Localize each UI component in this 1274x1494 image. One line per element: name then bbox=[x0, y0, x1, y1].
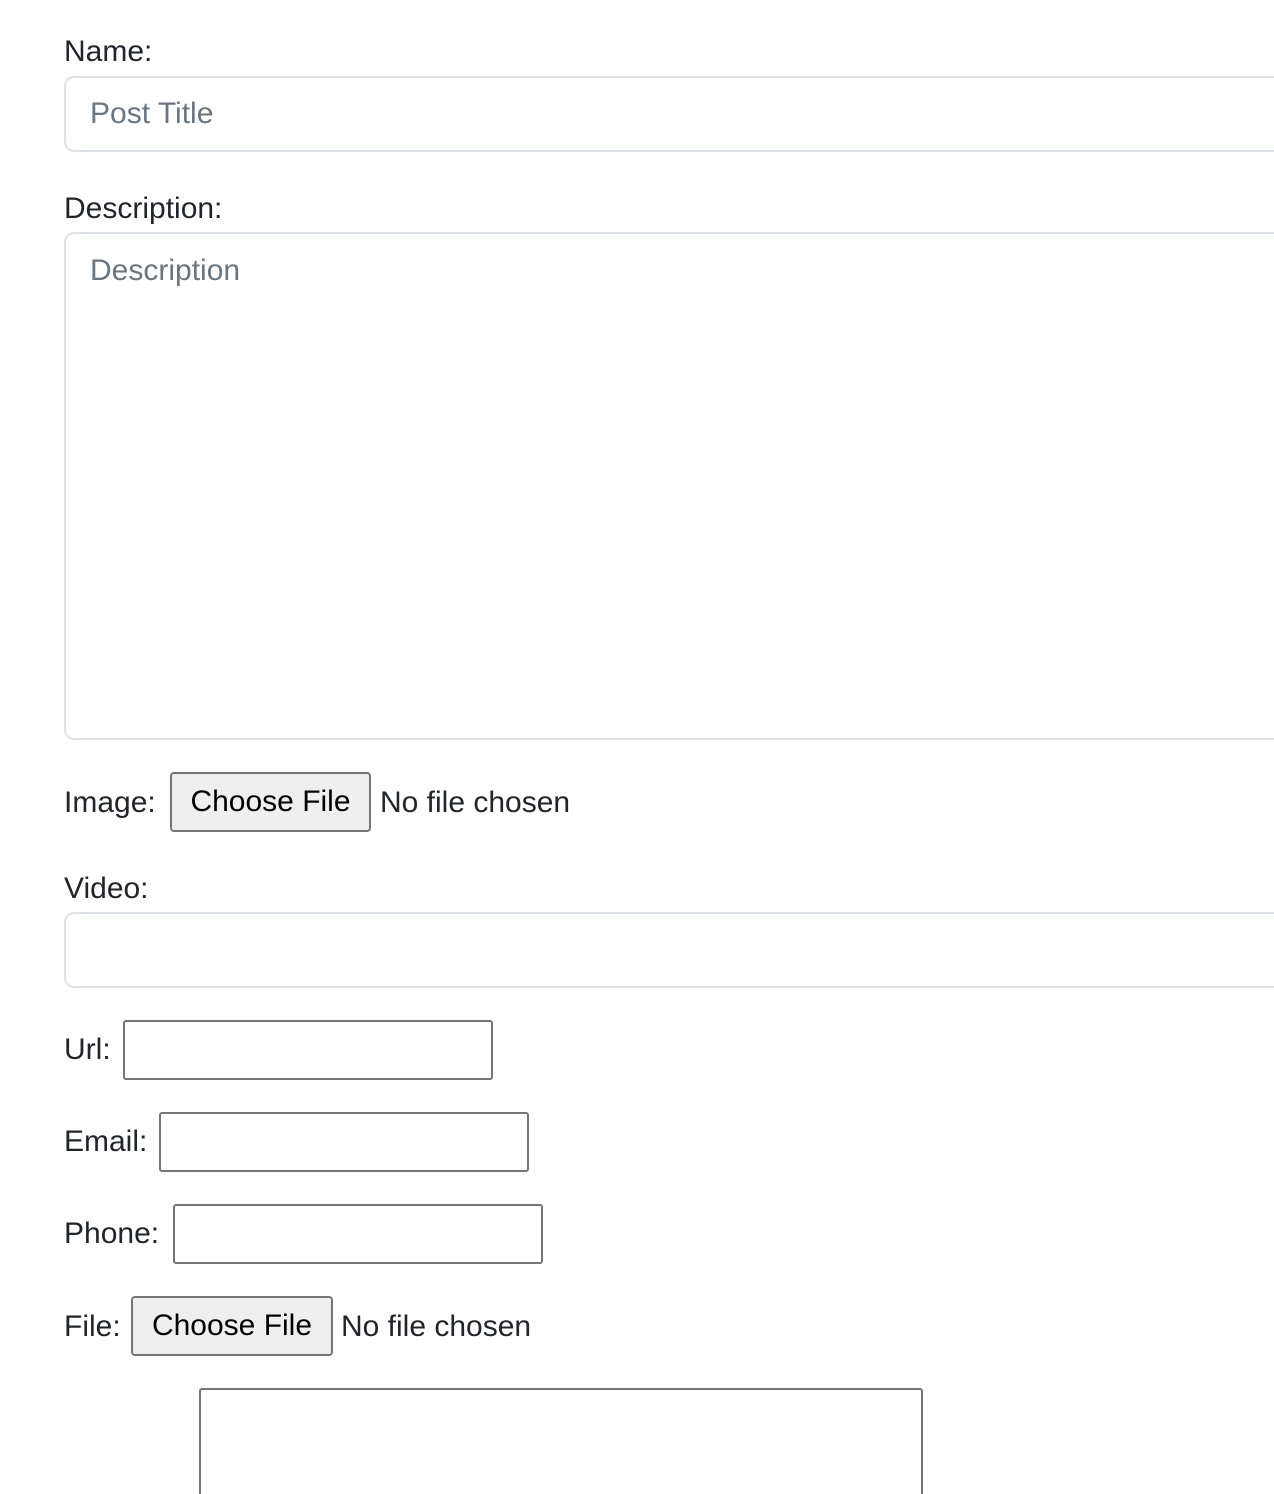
phone-input[interactable] bbox=[173, 1204, 543, 1264]
name-label: Name: bbox=[64, 35, 153, 68]
file-choose-file-button[interactable]: Choose File bbox=[131, 1296, 333, 1356]
name-input[interactable] bbox=[64, 76, 1274, 152]
image-choose-file-button[interactable]: Choose File bbox=[170, 772, 371, 832]
image-file-status: No file chosen bbox=[380, 786, 571, 819]
file-file-status: No file chosen bbox=[341, 1310, 532, 1343]
url-label: Url: bbox=[64, 1033, 111, 1066]
video-input[interactable] bbox=[64, 912, 1274, 988]
bottom-textarea[interactable] bbox=[199, 1388, 923, 1494]
description-label: Description: bbox=[64, 192, 223, 225]
url-input[interactable] bbox=[123, 1020, 493, 1080]
email-label: Email: bbox=[64, 1125, 148, 1158]
image-label: Image: bbox=[64, 786, 156, 819]
video-label: Video: bbox=[64, 872, 149, 905]
file-label: File: bbox=[64, 1310, 121, 1343]
email-input[interactable] bbox=[159, 1112, 529, 1172]
phone-label: Phone: bbox=[64, 1217, 160, 1250]
description-textarea[interactable] bbox=[64, 232, 1274, 740]
